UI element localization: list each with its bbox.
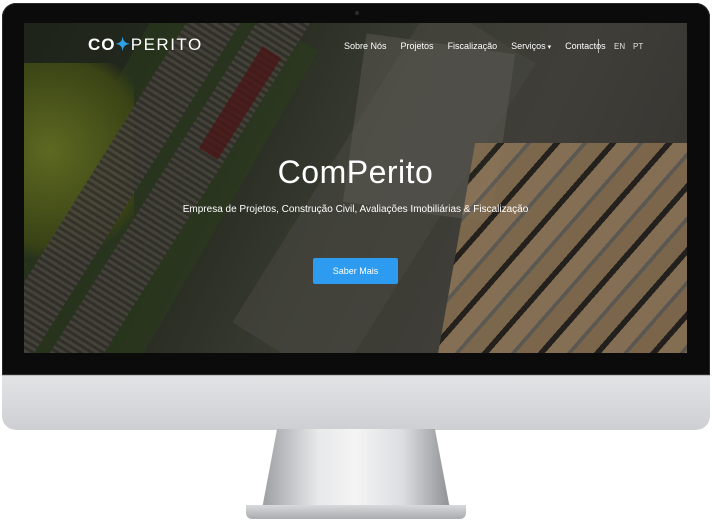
nav-divider bbox=[598, 39, 599, 53]
website-viewport: CO✦PERITO Sobre Nós Projetos Fiscalizaçã… bbox=[24, 23, 687, 353]
logo-text-tail: PERITO bbox=[130, 35, 203, 54]
camera-icon bbox=[355, 11, 359, 15]
brand-logo[interactable]: CO✦PERITO bbox=[88, 35, 203, 55]
hero-subtitle: Empresa de Projetos, Construção Civil, A… bbox=[182, 204, 529, 215]
lang-pt-link[interactable]: PT bbox=[633, 42, 643, 51]
imac-monitor: CO✦PERITO Sobre Nós Projetos Fiscalizaçã… bbox=[0, 0, 712, 522]
nav-item-servicos-label: Serviços bbox=[511, 41, 546, 51]
lang-en-link[interactable]: EN bbox=[614, 42, 625, 51]
chevron-down-icon: ▾ bbox=[547, 44, 552, 51]
top-navbar: CO✦PERITO Sobre Nós Projetos Fiscalizaçã… bbox=[24, 23, 687, 63]
nav-item-fiscalizacao[interactable]: Fiscalização bbox=[448, 41, 498, 51]
nav-item-projetos[interactable]: Projetos bbox=[401, 41, 434, 51]
main-menu: Sobre Nós Projetos Fiscalização Serviços… bbox=[344, 41, 620, 51]
monitor-foot bbox=[246, 505, 466, 519]
nav-item-servicos[interactable]: Serviços ▾ bbox=[511, 41, 551, 51]
logo-mark-icon: ✦ bbox=[115, 35, 131, 54]
hero-title: ComPerito bbox=[277, 154, 434, 190]
monitor-chin bbox=[2, 375, 710, 430]
nav-item-contactos[interactable]: Contactos bbox=[565, 41, 606, 51]
monitor-stand bbox=[262, 429, 450, 509]
logo-text-head: CO bbox=[88, 35, 116, 54]
saber-mais-button[interactable]: Saber Mais bbox=[313, 258, 398, 284]
nav-item-sobre-nos[interactable]: Sobre Nós bbox=[344, 41, 387, 51]
